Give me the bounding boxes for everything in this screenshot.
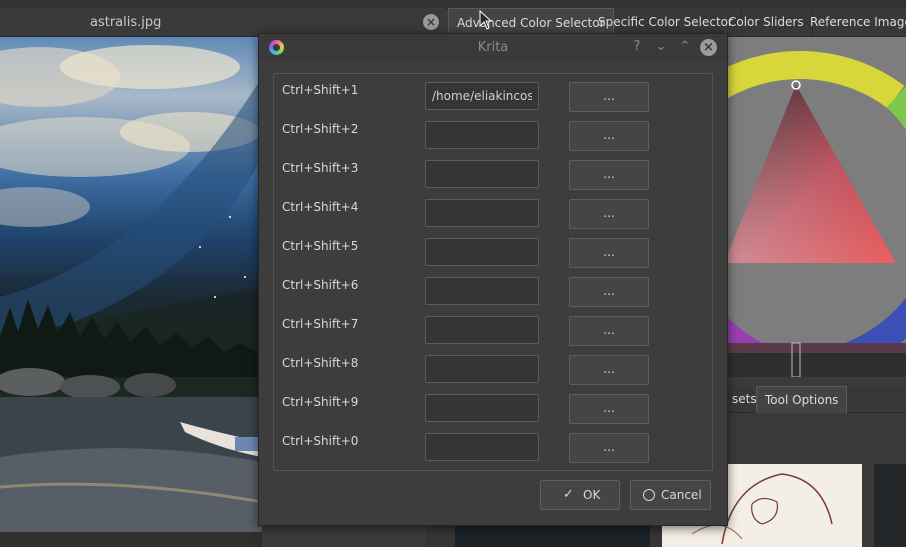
browse-button[interactable]: ... (569, 121, 649, 151)
shortcut-row: Ctrl+Shift+6 ... (274, 269, 712, 307)
krita-dialog: Krita ? ⌄ ⌃ × Ctrl+Shift+1 ... Ctrl+Shif… (258, 33, 728, 526)
path-input[interactable] (425, 433, 539, 461)
shortcut-path-group: Ctrl+Shift+1 ... Ctrl+Shift+2 ... Ctrl+S… (273, 73, 713, 471)
help-icon[interactable]: ? (628, 38, 646, 56)
shortcut-label: Ctrl+Shift+6 (282, 278, 359, 292)
shortcut-row: Ctrl+Shift+1 ... (274, 74, 712, 112)
browse-button[interactable]: ... (569, 199, 649, 229)
tab-reference-images[interactable]: Reference Images (802, 8, 906, 36)
cancel-button-label: Cancel (661, 488, 702, 502)
reference-thumbnail[interactable] (455, 525, 650, 547)
browse-button[interactable]: ... (569, 355, 649, 385)
maximize-icon[interactable]: ⌃ (676, 38, 694, 56)
shortcut-row: Ctrl+Shift+0 ... (274, 425, 712, 463)
browse-button[interactable]: ... (569, 238, 649, 268)
shortcut-row: Ctrl+Shift+7 ... (274, 308, 712, 346)
painting-illustration (0, 45, 262, 532)
path-input[interactable] (425, 355, 539, 383)
path-input[interactable] (425, 238, 539, 266)
cancel-icon (643, 489, 655, 501)
canvas-image[interactable] (0, 37, 262, 532)
canvas-status-strip (0, 532, 262, 547)
shortcut-label: Ctrl+Shift+2 (282, 122, 359, 136)
browse-button[interactable]: ... (569, 433, 649, 463)
shortcut-row: Ctrl+Shift+2 ... (274, 113, 712, 151)
advanced-color-selector[interactable] (724, 37, 906, 377)
path-input[interactable] (425, 316, 539, 344)
shortcut-label: Ctrl+Shift+0 (282, 434, 359, 448)
browse-button[interactable]: ... (569, 277, 649, 307)
path-input[interactable] (425, 121, 539, 149)
browse-button[interactable]: ... (569, 160, 649, 190)
ok-button-label: OK (583, 488, 601, 502)
shortcut-row: Ctrl+Shift+9 ... (274, 386, 712, 424)
shortcut-label: Ctrl+Shift+1 (282, 83, 359, 97)
tab-color-sliders[interactable]: Color Sliders (720, 8, 813, 36)
shortcut-row: Ctrl+Shift+3 ... (274, 152, 712, 190)
browse-button[interactable]: ... (569, 316, 649, 346)
mouse-cursor-icon (479, 10, 493, 30)
path-input[interactable] (425, 394, 539, 422)
shortcut-label: Ctrl+Shift+9 (282, 395, 359, 409)
browse-button[interactable]: ... (569, 82, 649, 112)
browse-button[interactable]: ... (569, 394, 649, 424)
close-icon[interactable]: × (700, 39, 717, 56)
close-icon[interactable]: × (423, 14, 439, 30)
shortcut-label: Ctrl+Shift+7 (282, 317, 359, 331)
shortcut-label: Ctrl+Shift+8 (282, 356, 359, 370)
document-tab-title[interactable]: astralis.jpg (90, 15, 161, 30)
cancel-button[interactable]: Cancel (630, 480, 711, 510)
shortcut-row: Ctrl+Shift+8 ... (274, 347, 712, 385)
shortcut-label: Ctrl+Shift+4 (282, 200, 359, 214)
docker-subtab-bar: sets Tool Options (724, 386, 906, 413)
shortcut-row: Ctrl+Shift+4 ... (274, 191, 712, 229)
path-input[interactable] (425, 160, 539, 188)
minimize-icon[interactable]: ⌄ (652, 38, 670, 56)
color-wheel-graphic[interactable] (724, 37, 906, 377)
ok-button[interactable]: ✓ OK (540, 480, 620, 510)
shortcut-label: Ctrl+Shift+3 (282, 161, 359, 175)
tab-tool-options[interactable]: Tool Options (756, 386, 848, 413)
dialog-titlebar[interactable]: Krita ? ⌄ ⌃ × (259, 34, 727, 61)
path-input[interactable] (425, 82, 539, 110)
checkmark-icon: ✓ (563, 487, 574, 502)
reference-thumbnail[interactable] (874, 464, 906, 547)
path-input[interactable] (425, 199, 539, 227)
path-input[interactable] (425, 277, 539, 305)
shortcut-row: Ctrl+Shift+5 ... (274, 230, 712, 268)
shortcut-label: Ctrl+Shift+5 (282, 239, 359, 253)
